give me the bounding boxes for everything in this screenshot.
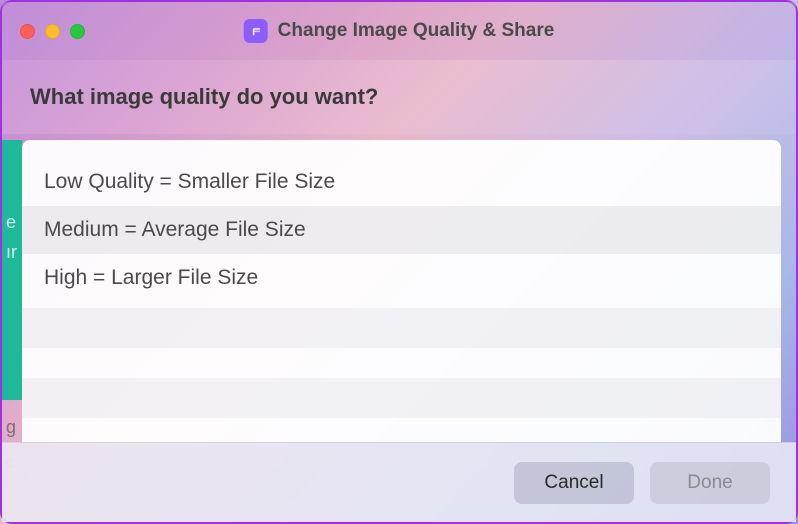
background-accent-strip bbox=[2, 140, 22, 400]
bottom-button-bar: Cancel Done bbox=[2, 442, 796, 522]
maximize-window-button[interactable] bbox=[70, 24, 85, 39]
option-label: Medium = Average File Size bbox=[44, 218, 306, 242]
empty-option-row bbox=[22, 378, 781, 418]
spacer bbox=[22, 348, 781, 372]
prompt-area: What image quality do you want? bbox=[2, 60, 796, 134]
shortcuts-app-icon bbox=[244, 19, 268, 43]
prompt-heading: What image quality do you want? bbox=[30, 84, 776, 110]
empty-option-row bbox=[22, 308, 781, 348]
background-partial-text: e bbox=[6, 212, 16, 233]
option-high-quality[interactable]: High = Larger File Size bbox=[22, 254, 781, 302]
window-title: Change Image Quality & Share bbox=[278, 20, 555, 42]
option-medium-quality[interactable]: Medium = Average File Size bbox=[22, 206, 781, 254]
option-label: High = Larger File Size bbox=[44, 266, 258, 290]
background-partial-text: g bbox=[6, 417, 16, 438]
minimize-window-button[interactable] bbox=[45, 24, 60, 39]
close-window-button[interactable] bbox=[20, 24, 35, 39]
titlebar: Change Image Quality & Share bbox=[2, 2, 796, 60]
title-center: Change Image Quality & Share bbox=[244, 19, 555, 43]
window-controls bbox=[20, 24, 85, 39]
cancel-button[interactable]: Cancel bbox=[514, 462, 634, 504]
option-label: Low Quality = Smaller File Size bbox=[44, 170, 335, 194]
content-panel: Low Quality = Smaller File Size Medium =… bbox=[22, 140, 781, 442]
option-low-quality[interactable]: Low Quality = Smaller File Size bbox=[22, 158, 781, 206]
done-button[interactable]: Done bbox=[650, 462, 770, 504]
background-partial-text: ır bbox=[6, 242, 17, 263]
quality-options-list: Low Quality = Smaller File Size Medium =… bbox=[22, 140, 781, 418]
